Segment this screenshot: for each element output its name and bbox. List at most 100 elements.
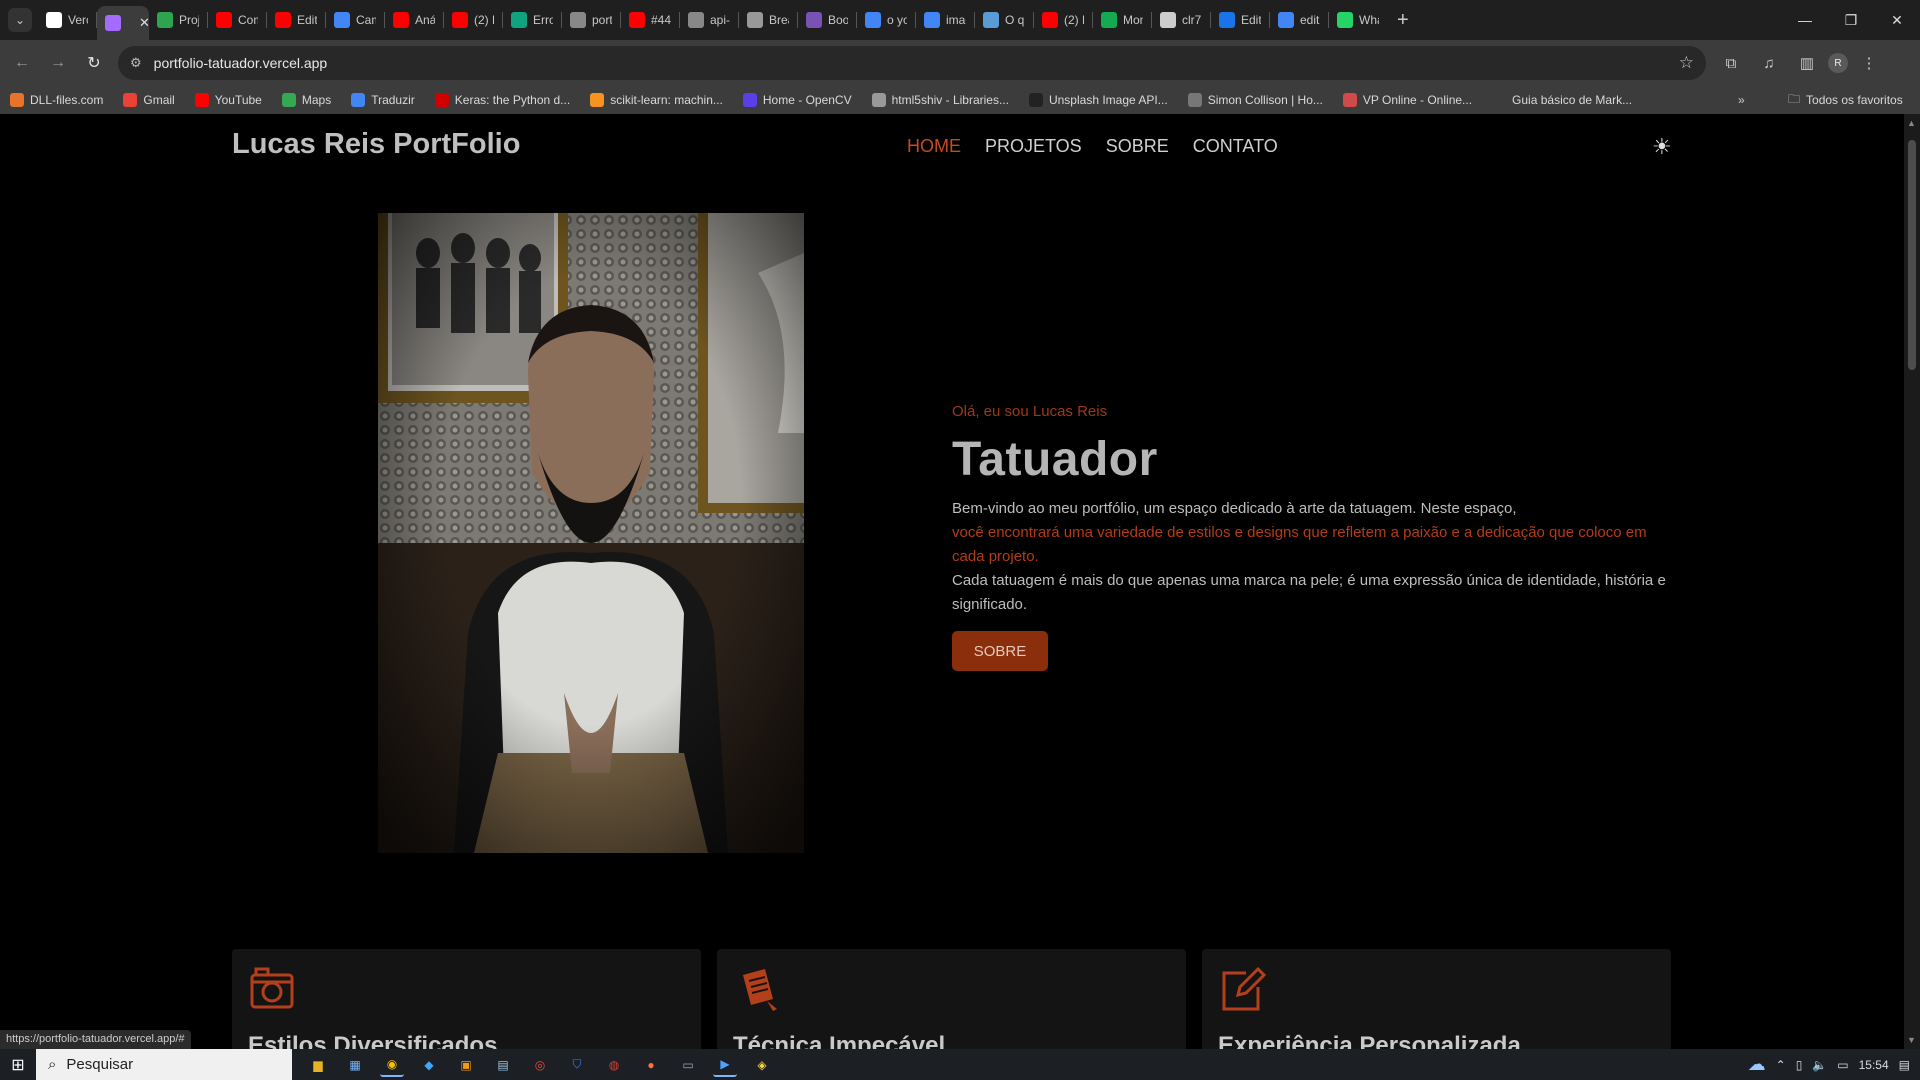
- firefox-icon[interactable]: ●: [639, 1053, 663, 1077]
- browser-tab[interactable]: (2) N: [1034, 4, 1092, 36]
- browser-tab[interactable]: edit: [1270, 4, 1328, 36]
- bookmark-item[interactable]: Simon Collison | Ho...: [1187, 93, 1323, 107]
- terminal-icon[interactable]: ▭: [676, 1053, 700, 1077]
- feature-card: Técnica Impecável: [717, 949, 1186, 1049]
- web-page: Lucas Reis PortFolio HOME PROJETOS SOBRE…: [0, 114, 1904, 1049]
- more-bookmarks-icon[interactable]: »: [1738, 93, 1745, 107]
- back-button[interactable]: ←: [4, 45, 40, 81]
- notepad-app-icon[interactable]: ▤: [491, 1053, 515, 1077]
- all-bookmarks-folder[interactable]: 🗀 Todos os favoritos: [1788, 90, 1903, 111]
- minimize-button[interactable]: —: [1782, 0, 1828, 40]
- close-window-button[interactable]: ✕: [1874, 0, 1920, 40]
- browser-tab[interactable]: Cam: [326, 4, 384, 36]
- menu-projetos[interactable]: PROJETOS: [985, 136, 1082, 157]
- bookmark-item[interactable]: Traduzir: [351, 93, 415, 107]
- extensions-icon[interactable]: ⧉: [1714, 46, 1748, 80]
- tab-label: Com: [238, 13, 258, 27]
- browser-tab[interactable]: Edit: [267, 4, 325, 36]
- browser-tab[interactable]: Proj: [149, 4, 207, 36]
- reload-button[interactable]: ↻: [76, 45, 112, 81]
- clock-time[interactable]: 15:54: [1859, 1058, 1889, 1072]
- menu-contato[interactable]: CONTATO: [1193, 136, 1278, 157]
- bookmark-item[interactable]: scikit-learn: machin...: [590, 93, 723, 107]
- file-explorer-icon[interactable]: ▆: [306, 1053, 330, 1077]
- bookmark-label: html5shiv - Libraries...: [891, 93, 1009, 107]
- zoom-icon[interactable]: ▶: [713, 1053, 737, 1077]
- browser-tab[interactable]: Verc: [38, 4, 96, 36]
- recorder-icon[interactable]: ◎: [528, 1053, 552, 1077]
- site-info-icon[interactable]: ⚙: [130, 55, 142, 71]
- profile-avatar[interactable]: R: [1828, 53, 1848, 73]
- browser-tab[interactable]: Edit: [1211, 4, 1269, 36]
- chrome-icon[interactable]: ◉: [380, 1053, 404, 1077]
- weather-icon[interactable]: ☁: [1748, 1054, 1766, 1075]
- search-icon: ⌕: [48, 1056, 57, 1073]
- browser-tab[interactable]: Erro: [503, 4, 561, 36]
- theme-toggle-sun-icon[interactable]: ☀: [1652, 134, 1672, 160]
- browser-tab[interactable]: Boot: [798, 4, 856, 36]
- new-tab-button[interactable]: +: [1397, 9, 1409, 32]
- bookmark-favicon-icon: [742, 93, 757, 107]
- windows-start-icon[interactable]: ⊞: [0, 1055, 36, 1075]
- close-tab-icon[interactable]: ✕: [139, 15, 149, 31]
- bookmark-item[interactable]: Maps: [281, 93, 331, 107]
- forward-button[interactable]: →: [40, 45, 76, 81]
- bookmark-item[interactable]: VP Online - Online...: [1342, 93, 1473, 107]
- restore-button[interactable]: ❐: [1828, 0, 1874, 40]
- vscode-icon[interactable]: ◆: [417, 1053, 441, 1077]
- site-brand[interactable]: Lucas Reis PortFolio: [232, 128, 520, 161]
- browser-tab[interactable]: I✕: [97, 6, 149, 40]
- bookmark-item[interactable]: Unsplash Image API...: [1028, 93, 1168, 107]
- browser-tab[interactable]: port: [562, 4, 620, 36]
- notifications-icon[interactable]: ▤: [1899, 1058, 1910, 1072]
- media-controls-icon[interactable]: ♫: [1752, 46, 1786, 80]
- bookmark-item[interactable]: Keras: the Python d...: [434, 93, 570, 107]
- bookmark-item[interactable]: Home - OpenCV: [742, 93, 852, 107]
- opera-icon[interactable]: ◍: [602, 1053, 626, 1077]
- browser-tab[interactable]: Anál: [385, 4, 443, 36]
- calculator-icon[interactable]: ▦: [343, 1053, 367, 1077]
- page-scrollbar[interactable]: ▲ ▼: [1904, 114, 1920, 1049]
- menu-home[interactable]: HOME: [907, 136, 961, 157]
- bookmark-item[interactable]: YouTube: [194, 93, 262, 107]
- menu-sobre[interactable]: SOBRE: [1106, 136, 1169, 157]
- shield-icon[interactable]: ⛉: [565, 1053, 589, 1077]
- bookmark-item[interactable]: DLL-files.com: [10, 93, 103, 107]
- app-icon[interactable]: ◈: [750, 1053, 774, 1077]
- sobre-button[interactable]: SOBRE: [952, 631, 1048, 671]
- browser-tab[interactable]: O qu: [975, 4, 1033, 36]
- browser-tab[interactable]: Com: [208, 4, 266, 36]
- bookmark-item[interactable]: Guia básico de Mark...: [1492, 93, 1632, 107]
- bookmark-label: Traduzir: [371, 93, 415, 107]
- hero-paragraph-2: você encontrará uma variedade de estilos…: [952, 524, 1647, 565]
- browser-tab[interactable]: (2) K: [444, 4, 502, 36]
- menu-icon[interactable]: ⋮: [1852, 46, 1886, 80]
- browser-tab[interactable]: imag: [916, 4, 974, 36]
- scroll-up-arrow-icon[interactable]: ▲: [1907, 118, 1916, 128]
- scrollbar-thumb[interactable]: [1908, 140, 1916, 370]
- battery-icon[interactable]: ▯: [1796, 1058, 1803, 1072]
- browser-tab[interactable]: Wha: [1329, 4, 1387, 36]
- side-panel-icon[interactable]: ▥: [1790, 46, 1824, 80]
- browser-tab[interactable]: Brea: [739, 4, 797, 36]
- taskbar-search[interactable]: ⌕ Pesquisar: [36, 1049, 292, 1080]
- bookmark-item[interactable]: html5shiv - Libraries...: [871, 93, 1009, 107]
- sublime-icon[interactable]: ▣: [454, 1053, 478, 1077]
- tab-search-button[interactable]: ⌄: [8, 8, 32, 32]
- browser-tab[interactable]: clr7: [1152, 4, 1210, 36]
- tab-label: edit: [1300, 13, 1320, 27]
- bookmark-item[interactable]: Gmail: [123, 93, 175, 107]
- bookmark-label: VP Online - Online...: [1362, 93, 1473, 107]
- browser-tab[interactable]: api-i: [680, 4, 738, 36]
- bookmark-star-icon[interactable]: ☆: [1679, 53, 1694, 73]
- browser-tab[interactable]: o yo: [857, 4, 915, 36]
- whatsapp-icon: [1337, 12, 1353, 28]
- browser-tab[interactable]: Mon: [1093, 4, 1151, 36]
- address-bar[interactable]: ⚙ portfolio-tatuador.vercel.app ☆: [118, 46, 1706, 80]
- feature-card-title: Experiência Personalizada: [1218, 1032, 1521, 1049]
- volume-icon[interactable]: 🔈: [1812, 1058, 1827, 1072]
- network-icon[interactable]: ▭: [1837, 1058, 1848, 1072]
- tray-expand-icon[interactable]: ⌃: [1776, 1058, 1786, 1072]
- browser-tab[interactable]: #44: [621, 4, 679, 36]
- scroll-down-arrow-icon[interactable]: ▼: [1907, 1035, 1916, 1045]
